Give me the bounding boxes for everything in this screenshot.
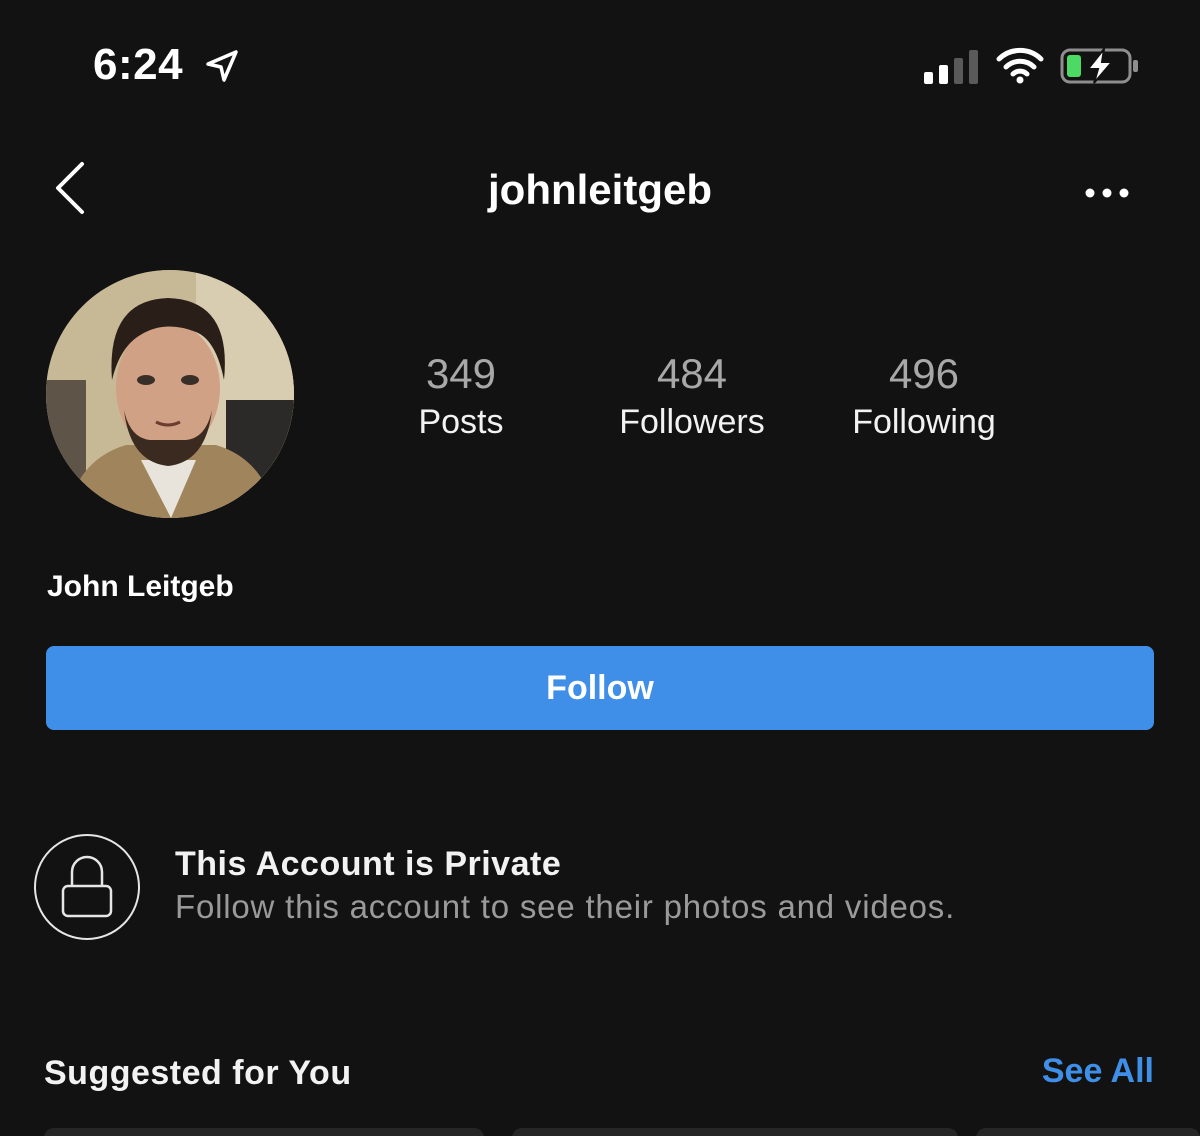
profile-screen: 6:24 johnleitgeb 349 Posts 484 Followers… (0, 0, 1200, 1136)
profile-username: johnleitgeb (488, 166, 712, 213)
posts-count-label: Posts (418, 403, 504, 441)
battery-charging-icon (1060, 46, 1138, 84)
posts-count-value: 349 (425, 350, 497, 397)
suggested-card[interactable] (976, 1128, 1200, 1136)
followers-count[interactable]: 484 Followers (592, 348, 792, 444)
following-count-label: Following (852, 403, 996, 441)
private-account-subtitle: Follow this account to see their photos … (175, 888, 956, 925)
location-arrow-icon (206, 50, 238, 82)
wifi-icon (996, 47, 1044, 84)
posts-count: 349 Posts (380, 348, 542, 444)
profile-avatar[interactable] (46, 270, 294, 518)
suggested-card[interactable] (44, 1128, 484, 1136)
following-count[interactable]: 496 Following (830, 348, 1018, 444)
private-lock-badge (34, 834, 140, 940)
follow-button[interactable]: Follow (46, 646, 1154, 730)
suggested-title: Suggested for You (44, 1054, 352, 1092)
followers-count-label: Followers (619, 403, 765, 441)
see-all-link[interactable]: See All (1042, 1052, 1154, 1091)
followers-count-value: 484 (656, 350, 728, 397)
status-time: 6:24 (93, 40, 184, 89)
following-count-value: 496 (888, 350, 960, 397)
cellular-signal-icon (924, 50, 978, 84)
suggested-card[interactable] (512, 1128, 958, 1136)
profile-full-name: John Leitgeb (47, 570, 234, 603)
avatar-photo (46, 270, 294, 518)
private-account-title: This Account is Private (175, 845, 562, 883)
lock-icon (61, 855, 113, 918)
more-options-button[interactable] (1082, 178, 1132, 208)
